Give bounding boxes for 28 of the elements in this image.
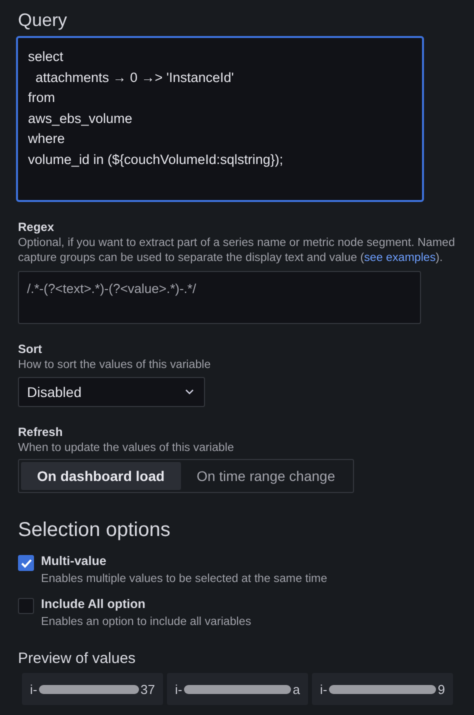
section-title: Preview of values [18,650,137,667]
field-description: How to sort the values of this variable [18,358,212,372]
field-label: Regex [18,220,56,234]
value-suffix: a [292,682,300,696]
field-description: Optional, if you want to extract part of a series name or metric node segment. Named capture groups can be used to separate the display text and value (see examples). [18,236,456,265]
field-label: Refresh [18,424,64,438]
checkbox[interactable] [18,555,34,571]
value-prefix: i- [175,682,182,696]
query-editor[interactable]: select attachments → 0 →> 'InstanceId' from aws_ebs_volume where volume_id in (${couchVolumeId:sqlstring}); [16,36,424,202]
value-prefix: i- [320,682,328,696]
option-description: Enables an option to include all variables [41,615,252,628]
value-suffix: 9 [438,682,445,696]
checkbox[interactable] [18,598,34,614]
section-title: Selection options [18,519,172,542]
option-label: Multi-value [41,554,108,568]
option-description: Enables multiple values to be selected at the same time [41,572,328,585]
value-prefix: i- [30,682,38,696]
regex-field[interactable]: /.*-(?<text>.*)-(?<value>.*)-.*/ [18,271,421,324]
radio-option[interactable]: On time range change [180,462,352,490]
radio-option[interactable]: On dashboard load [21,462,181,490]
section-title: Query [18,10,68,31]
examples-link[interactable]: see examples [364,250,436,264]
field-description: When to update the values of this variable [18,440,235,455]
field-label: Sort [18,342,43,356]
chevron-down-icon [185,388,194,394]
option-label: Include All option [41,597,146,611]
sort-dropdown[interactable]: Disabled [18,376,205,406]
value-suffix: 37 [140,682,155,696]
